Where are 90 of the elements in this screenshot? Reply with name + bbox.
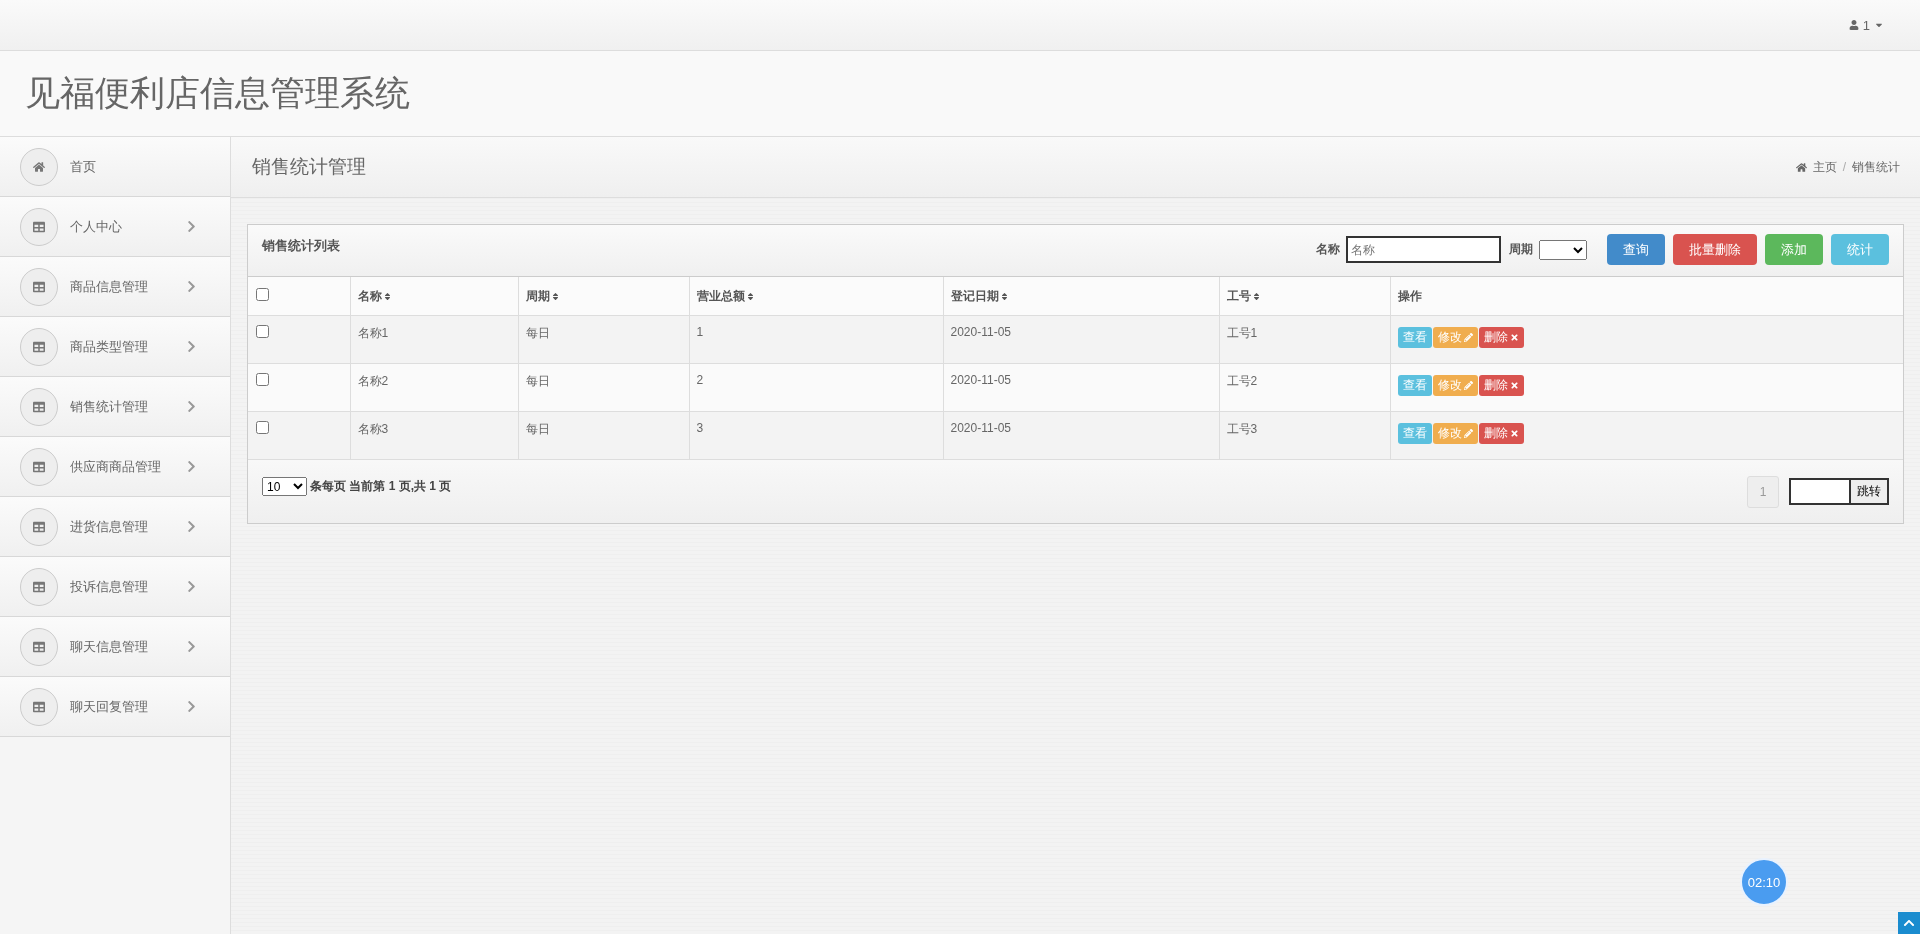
delete-button[interactable]: 删除 <box>1478 327 1524 348</box>
table-icon <box>20 207 58 246</box>
user-menu[interactable]: 1 <box>1848 17 1884 33</box>
sidebar-item[interactable]: 商品类型管理 <box>0 317 230 377</box>
jump-button[interactable]: 跳转 <box>1851 478 1889 505</box>
pencil-icon <box>1463 381 1473 390</box>
table-cell: 2020-11-05 <box>950 325 1011 339</box>
delete-button[interactable]: 删除 <box>1478 423 1524 444</box>
close-icon <box>1509 429 1519 438</box>
column-header: 操作 <box>1397 287 1422 305</box>
app-title: 见福便利店信息管理系统 <box>25 72 410 114</box>
page-input[interactable] <box>1789 478 1851 505</box>
sidebar-item[interactable]: 商品信息管理 <box>0 257 230 317</box>
sidebar-item[interactable]: 投诉信息管理 <box>0 557 230 617</box>
table-cell: 工号1 <box>1226 326 1258 340</box>
user-icon <box>1848 20 1859 30</box>
sort-icon[interactable] <box>745 291 755 301</box>
table-cell: 每日 <box>525 374 550 388</box>
chevron-icon <box>185 520 198 533</box>
page-summary: 条每页 当前第 1 页,共 1 页 <box>310 478 452 495</box>
chevron-up-icon <box>1903 917 1915 929</box>
row-checkbox[interactable] <box>256 373 269 386</box>
toolbar-button[interactable]: 批量删除 <box>1673 234 1757 265</box>
row-checkbox[interactable] <box>256 325 269 338</box>
chevron-icon <box>185 340 198 353</box>
table-icon <box>20 627 58 666</box>
column-header[interactable]: 登记日期 <box>950 287 999 305</box>
sidebar-item[interactable]: 进货信息管理 <box>0 497 230 557</box>
sidebar-item[interactable]: 个人中心 <box>0 197 230 257</box>
table-icon <box>20 387 58 426</box>
chevron-icon <box>185 220 198 233</box>
sidebar-item[interactable]: 销售统计管理 <box>0 377 230 437</box>
sort-icon[interactable] <box>999 291 1009 301</box>
table-cell: 2020-11-05 <box>950 421 1011 435</box>
chevron-icon <box>185 280 198 293</box>
pencil-icon <box>1463 429 1473 438</box>
table-cell: 名称2 <box>357 374 389 388</box>
column-header[interactable]: 营业总额 <box>696 287 745 305</box>
toolbar-button[interactable]: 查询 <box>1607 234 1665 265</box>
period-select[interactable] <box>1539 239 1587 260</box>
table-cell: 工号2 <box>1226 374 1258 388</box>
table-icon <box>20 687 58 726</box>
table-icon <box>20 447 58 486</box>
sort-icon[interactable] <box>1251 291 1261 301</box>
table-cell: 名称3 <box>357 422 389 436</box>
name-field[interactable]: 名称 <box>1346 236 1501 263</box>
table-cell: 每日 <box>525 326 550 340</box>
table-cell: 2 <box>696 373 704 387</box>
table-cell: 3 <box>696 421 704 435</box>
sidebar-item[interactable]: 聊天信息管理 <box>0 617 230 677</box>
chevron-icon <box>185 400 198 413</box>
table-cell: 1 <box>696 325 704 339</box>
sort-icon[interactable] <box>382 291 392 301</box>
row-checkbox[interactable] <box>256 421 269 434</box>
pencil-icon <box>1463 333 1473 342</box>
table-icon <box>20 567 58 606</box>
chevron-icon <box>185 460 198 473</box>
chevron-icon <box>185 580 198 593</box>
table-icon <box>20 267 58 306</box>
breadcrumb-separator: / <box>1842 160 1846 174</box>
sidebar-item[interactable]: 聊天回复管理 <box>0 677 230 737</box>
select-all-checkbox[interactable] <box>256 288 269 301</box>
column-header[interactable]: 工号 <box>1226 287 1251 305</box>
close-icon <box>1509 381 1519 390</box>
chevron-icon <box>185 700 198 713</box>
page-title: 销售统计管理 <box>252 155 366 179</box>
sidebar-item[interactable]: 供应商商品管理 <box>0 437 230 497</box>
table-cell: 工号3 <box>1226 422 1258 436</box>
delete-button[interactable]: 删除 <box>1478 375 1524 396</box>
table-cell: 名称1 <box>357 326 389 340</box>
breadcrumb-item[interactable]: 销售统计 <box>1852 158 1900 176</box>
chevron-icon <box>185 640 198 653</box>
filter-label: 周期 <box>1509 241 1533 258</box>
table-cell: 2020-11-05 <box>950 373 1011 387</box>
back-to-top-button[interactable] <box>1898 912 1920 934</box>
sort-icon[interactable] <box>550 291 560 301</box>
sidebar-item[interactable]: 首页 <box>0 137 230 197</box>
home-icon <box>1795 161 1807 173</box>
column-header[interactable]: 名称 <box>357 287 382 305</box>
breadcrumb-link[interactable]: 主页 <box>1812 158 1837 176</box>
timer-badge: 02:10 <box>1740 858 1788 906</box>
page-size-select[interactable]: 10 <box>262 477 307 496</box>
table-icon <box>20 507 58 546</box>
panel-title: 销售统计列表 <box>262 237 340 255</box>
table-cell: 每日 <box>525 422 550 436</box>
column-header[interactable]: 周期 <box>525 287 550 305</box>
filter-label: 名称 <box>1316 241 1340 258</box>
home-icon <box>20 147 58 186</box>
table-icon <box>20 327 58 366</box>
close-icon <box>1509 333 1519 342</box>
